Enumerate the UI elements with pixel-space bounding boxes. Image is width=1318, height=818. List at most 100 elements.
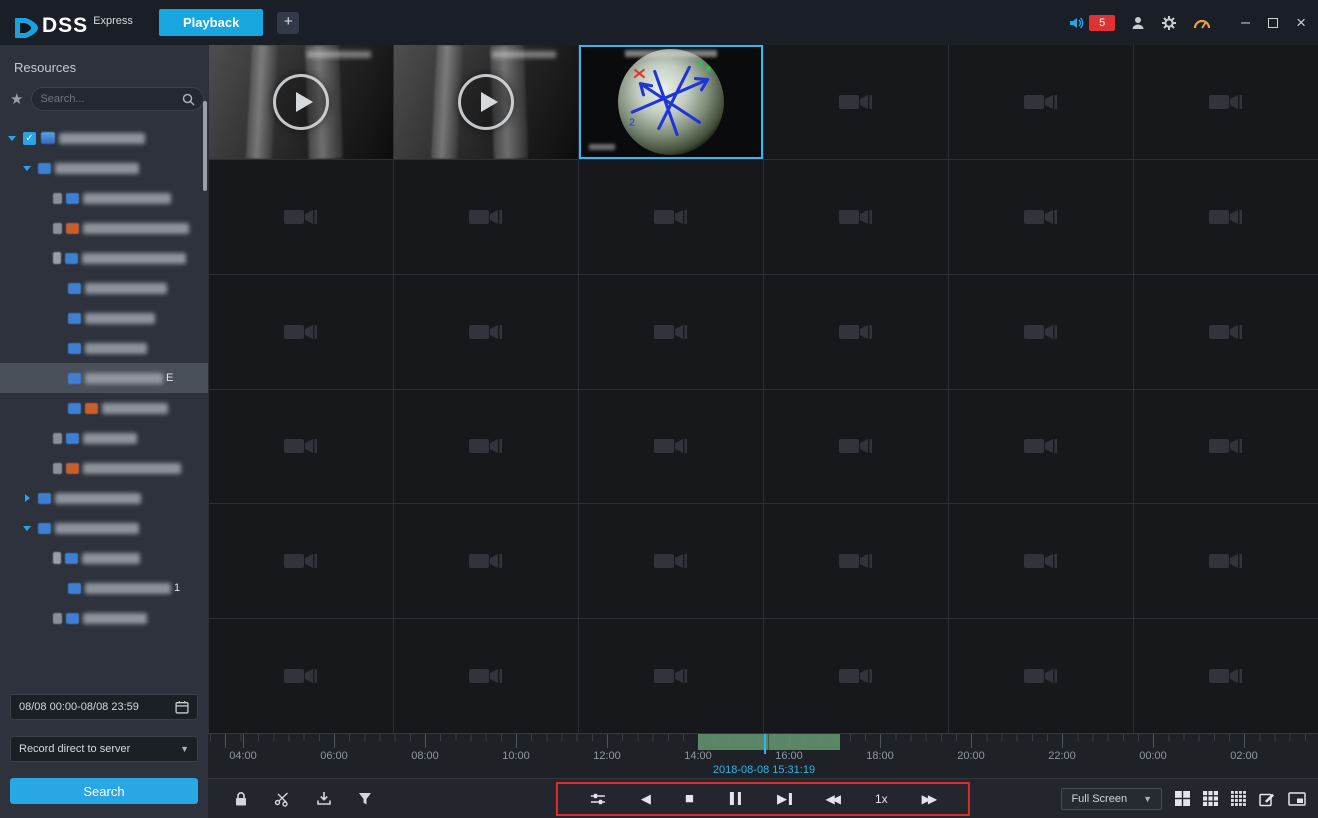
tree-item[interactable] [0,303,208,333]
video-cell-empty[interactable] [394,619,578,733]
download-button[interactable] [316,791,332,806]
alarm-center-button[interactable]: 5 [1068,15,1115,31]
video-cell-empty[interactable] [209,619,393,733]
layout-4x4-button[interactable] [1231,791,1246,806]
video-cell-empty[interactable] [394,504,578,618]
tab-playback[interactable]: Playback [159,9,263,36]
video-cell-empty[interactable] [764,45,948,159]
video-cell-empty[interactable] [394,390,578,504]
speed-label[interactable]: 1x [875,792,888,806]
expand-arrow-icon[interactable] [8,132,20,144]
video-cell-empty[interactable] [764,504,948,618]
video-cell-empty[interactable] [579,390,763,504]
search-button[interactable]: Search [10,778,198,804]
maximize-button[interactable] [1268,18,1278,28]
recorded-segment[interactable] [698,734,840,750]
tree-item[interactable]: 1 [0,573,208,603]
video-cell-selected[interactable]: 2 [579,45,763,159]
tree-item[interactable] [0,333,208,363]
filter-button[interactable] [358,792,372,806]
clip-button[interactable] [274,791,290,807]
sidebar-scrollbar[interactable] [202,93,208,293]
video-cell-empty[interactable] [764,275,948,389]
video-cell-empty[interactable] [949,275,1133,389]
tree-item[interactable] [0,453,208,483]
next-frame-button[interactable]: ▶ [777,791,792,807]
add-tab-button[interactable]: + [277,12,299,34]
checkbox-checked[interactable]: ✓ [23,132,36,145]
video-cell-empty[interactable] [949,390,1133,504]
video-cell-empty[interactable] [579,619,763,733]
tree-item[interactable] [0,243,208,273]
search-box[interactable] [31,87,204,111]
lock-button[interactable] [234,791,248,807]
minimize-button[interactable]: – [1241,18,1250,28]
expand-arrow-icon[interactable] [23,522,35,534]
video-cell-empty[interactable] [949,160,1133,274]
pip-view-button[interactable] [1288,792,1306,806]
calendar-icon[interactable] [175,700,189,714]
video-cell-empty[interactable] [764,160,948,274]
pause-button[interactable] [728,792,743,805]
custom-layout-button[interactable] [1259,791,1275,807]
previous-frame-button[interactable]: ◀ [641,791,651,807]
video-cell-empty[interactable] [394,275,578,389]
tree-indent [53,372,65,384]
play-button[interactable] [458,74,514,130]
layout-2x2-button[interactable] [1175,791,1190,806]
expand-arrow-icon[interactable] [23,162,35,174]
tree-item[interactable]: E [0,363,208,393]
video-cell-empty[interactable] [1134,45,1318,159]
video-cell-empty[interactable] [394,160,578,274]
sync-playback-button[interactable] [589,792,607,806]
video-cell-empty[interactable] [209,504,393,618]
tree-item[interactable] [0,513,208,543]
search-input[interactable] [40,93,182,105]
search-icon[interactable] [182,93,195,106]
video-cell-empty[interactable] [579,160,763,274]
video-cell-empty[interactable] [949,45,1133,159]
play-button[interactable] [273,74,329,130]
tree-item[interactable] [0,153,208,183]
video-cell-empty[interactable] [949,504,1133,618]
date-range-field[interactable]: 08/08 00:00-08/08 23:59 [10,694,198,720]
video-cell-empty[interactable] [579,504,763,618]
video-cell[interactable] [209,45,393,159]
video-cell-empty[interactable] [949,619,1133,733]
video-cell-empty[interactable] [1134,160,1318,274]
layout-3x3-button[interactable] [1203,791,1218,806]
tree-item[interactable] [0,273,208,303]
record-source-select[interactable]: Record direct to server ▼ [10,736,198,762]
settings-button[interactable] [1161,15,1177,31]
timeline[interactable]: 04:0006:0008:0010:0012:0014:0016:0018:00… [208,733,1318,778]
tree-item[interactable] [0,183,208,213]
tree-item[interactable]: ✓ [0,123,208,153]
tree-item[interactable] [0,393,208,423]
tree-item[interactable] [0,543,208,573]
close-button[interactable]: × [1296,16,1306,30]
video-cell-empty[interactable] [579,275,763,389]
camera-offline-icon [1023,206,1059,228]
expand-arrow-icon[interactable] [23,492,35,504]
favorites-icon[interactable]: ★ [10,90,23,108]
video-cell-empty[interactable] [1134,504,1318,618]
speed-up-button[interactable]: ▶▶ [922,792,937,806]
video-cell-empty[interactable] [764,390,948,504]
video-cell-empty[interactable] [1134,619,1318,733]
video-cell-empty[interactable] [209,275,393,389]
stop-button[interactable]: ■ [685,790,694,807]
fullscreen-select[interactable]: Full Screen ▼ [1061,788,1162,810]
video-cell-empty[interactable] [209,160,393,274]
slow-down-button[interactable]: ◀◀ [825,792,840,806]
video-cell-empty[interactable] [764,619,948,733]
tree-item[interactable] [0,213,208,243]
video-cell-empty[interactable] [209,390,393,504]
video-cell-empty[interactable] [1134,390,1318,504]
video-cell-empty[interactable] [1134,275,1318,389]
tree-item[interactable] [0,423,208,453]
user-button[interactable] [1131,16,1145,30]
performance-button[interactable] [1193,16,1211,29]
tree-item[interactable] [0,483,208,513]
tree-item[interactable] [0,603,208,633]
video-cell[interactable] [394,45,578,159]
